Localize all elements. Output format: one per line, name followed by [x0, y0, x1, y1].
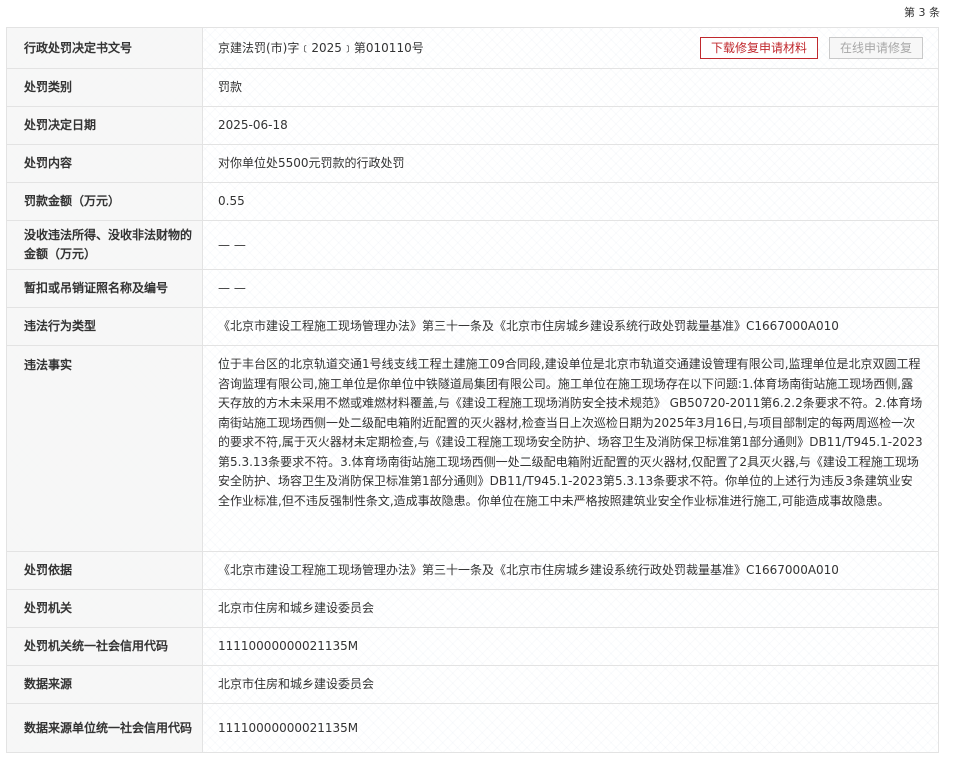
source-credit-code-value: 11110000000021135M: [202, 703, 939, 753]
row-label: 处罚依据: [6, 551, 203, 590]
table-row: 处罚依据 《北京市建设工程施工现场管理办法》第三十一条及《北京市住房城乡建设系统…: [6, 551, 939, 590]
row-label: 暂扣或吊销证照名称及编号: [6, 269, 203, 308]
authority-credit-code-value: 11110000000021135M: [202, 627, 939, 666]
license-revocation-value: — —: [202, 269, 939, 308]
table-row: 行政处罚决定书文号 京建法罚(市)字﹝2025﹞第010110号 下载修复申请材…: [6, 27, 939, 69]
row-label: 行政处罚决定书文号: [6, 27, 203, 69]
row-label: 处罚机关: [6, 589, 203, 628]
penalty-record-table: 行政处罚决定书文号 京建法罚(市)字﹝2025﹞第010110号 下载修复申请材…: [6, 27, 939, 753]
row-label: 违法事实: [6, 345, 203, 552]
repair-actions: 下载修复申请材料 在线申请修复: [699, 37, 923, 59]
row-label: 处罚机关统一社会信用代码: [6, 627, 203, 666]
online-repair-application-button[interactable]: 在线申请修复: [828, 37, 923, 59]
penalty-type-value: 罚款: [202, 68, 939, 107]
violation-type-value: 《北京市建设工程施工现场管理办法》第三十一条及《北京市住房城乡建设系统行政处罚裁…: [202, 307, 939, 346]
table-row: 数据来源单位统一社会信用代码 11110000000021135M: [6, 703, 939, 753]
decision-number-value: 京建法罚(市)字﹝2025﹞第010110号: [218, 40, 424, 55]
penalty-basis-value: 《北京市建设工程施工现场管理办法》第三十一条及《北京市住房城乡建设系统行政处罚裁…: [202, 551, 939, 590]
row-value-cell: 京建法罚(市)字﹝2025﹞第010110号 下载修复申请材料 在线申请修复: [202, 27, 939, 69]
row-label: 处罚类别: [6, 68, 203, 107]
table-row: 处罚机关统一社会信用代码 11110000000021135M: [6, 627, 939, 666]
decision-date-value: 2025-06-18: [202, 106, 939, 145]
table-row: 处罚机关 北京市住房和城乡建设委员会: [6, 589, 939, 628]
fine-amount-value: 0.55: [202, 182, 939, 221]
data-source-value: 北京市住房和城乡建设委员会: [202, 665, 939, 704]
penalty-content-value: 对你单位处5500元罚款的行政处罚: [202, 144, 939, 183]
row-label: 处罚内容: [6, 144, 203, 183]
row-label: 罚款金额（万元）: [6, 182, 203, 221]
penalty-authority-value: 北京市住房和城乡建设委员会: [202, 589, 939, 628]
table-row: 处罚内容 对你单位处5500元罚款的行政处罚: [6, 144, 939, 183]
table-row: 处罚决定日期 2025-06-18: [6, 106, 939, 145]
table-row: 违法事实 位于丰台区的北京轨道交通1号线支线工程土建施工09合同段,建设单位是北…: [6, 345, 939, 552]
table-row: 罚款金额（万元） 0.55: [6, 182, 939, 221]
row-label: 违法行为类型: [6, 307, 203, 346]
table-row: 暂扣或吊销证照名称及编号 — —: [6, 269, 939, 308]
table-row: 数据来源 北京市住房和城乡建设委员会: [6, 665, 939, 704]
download-repair-materials-button[interactable]: 下载修复申请材料: [699, 37, 818, 59]
table-row: 违法行为类型 《北京市建设工程施工现场管理办法》第三十一条及《北京市住房城乡建设…: [6, 307, 939, 346]
table-row: 没收违法所得、没收非法财物的金额（万元） — —: [6, 220, 939, 270]
page-counter: 第 3 条: [904, 6, 940, 19]
row-label: 数据来源: [6, 665, 203, 704]
violation-facts-value: 位于丰台区的北京轨道交通1号线支线工程土建施工09合同段,建设单位是北京市轨道交…: [202, 345, 939, 552]
row-label: 数据来源单位统一社会信用代码: [6, 703, 203, 753]
confiscation-amount-value: — —: [202, 220, 939, 270]
row-label: 没收违法所得、没收非法财物的金额（万元）: [6, 220, 203, 270]
table-row: 处罚类别 罚款: [6, 68, 939, 107]
row-label: 处罚决定日期: [6, 106, 203, 145]
